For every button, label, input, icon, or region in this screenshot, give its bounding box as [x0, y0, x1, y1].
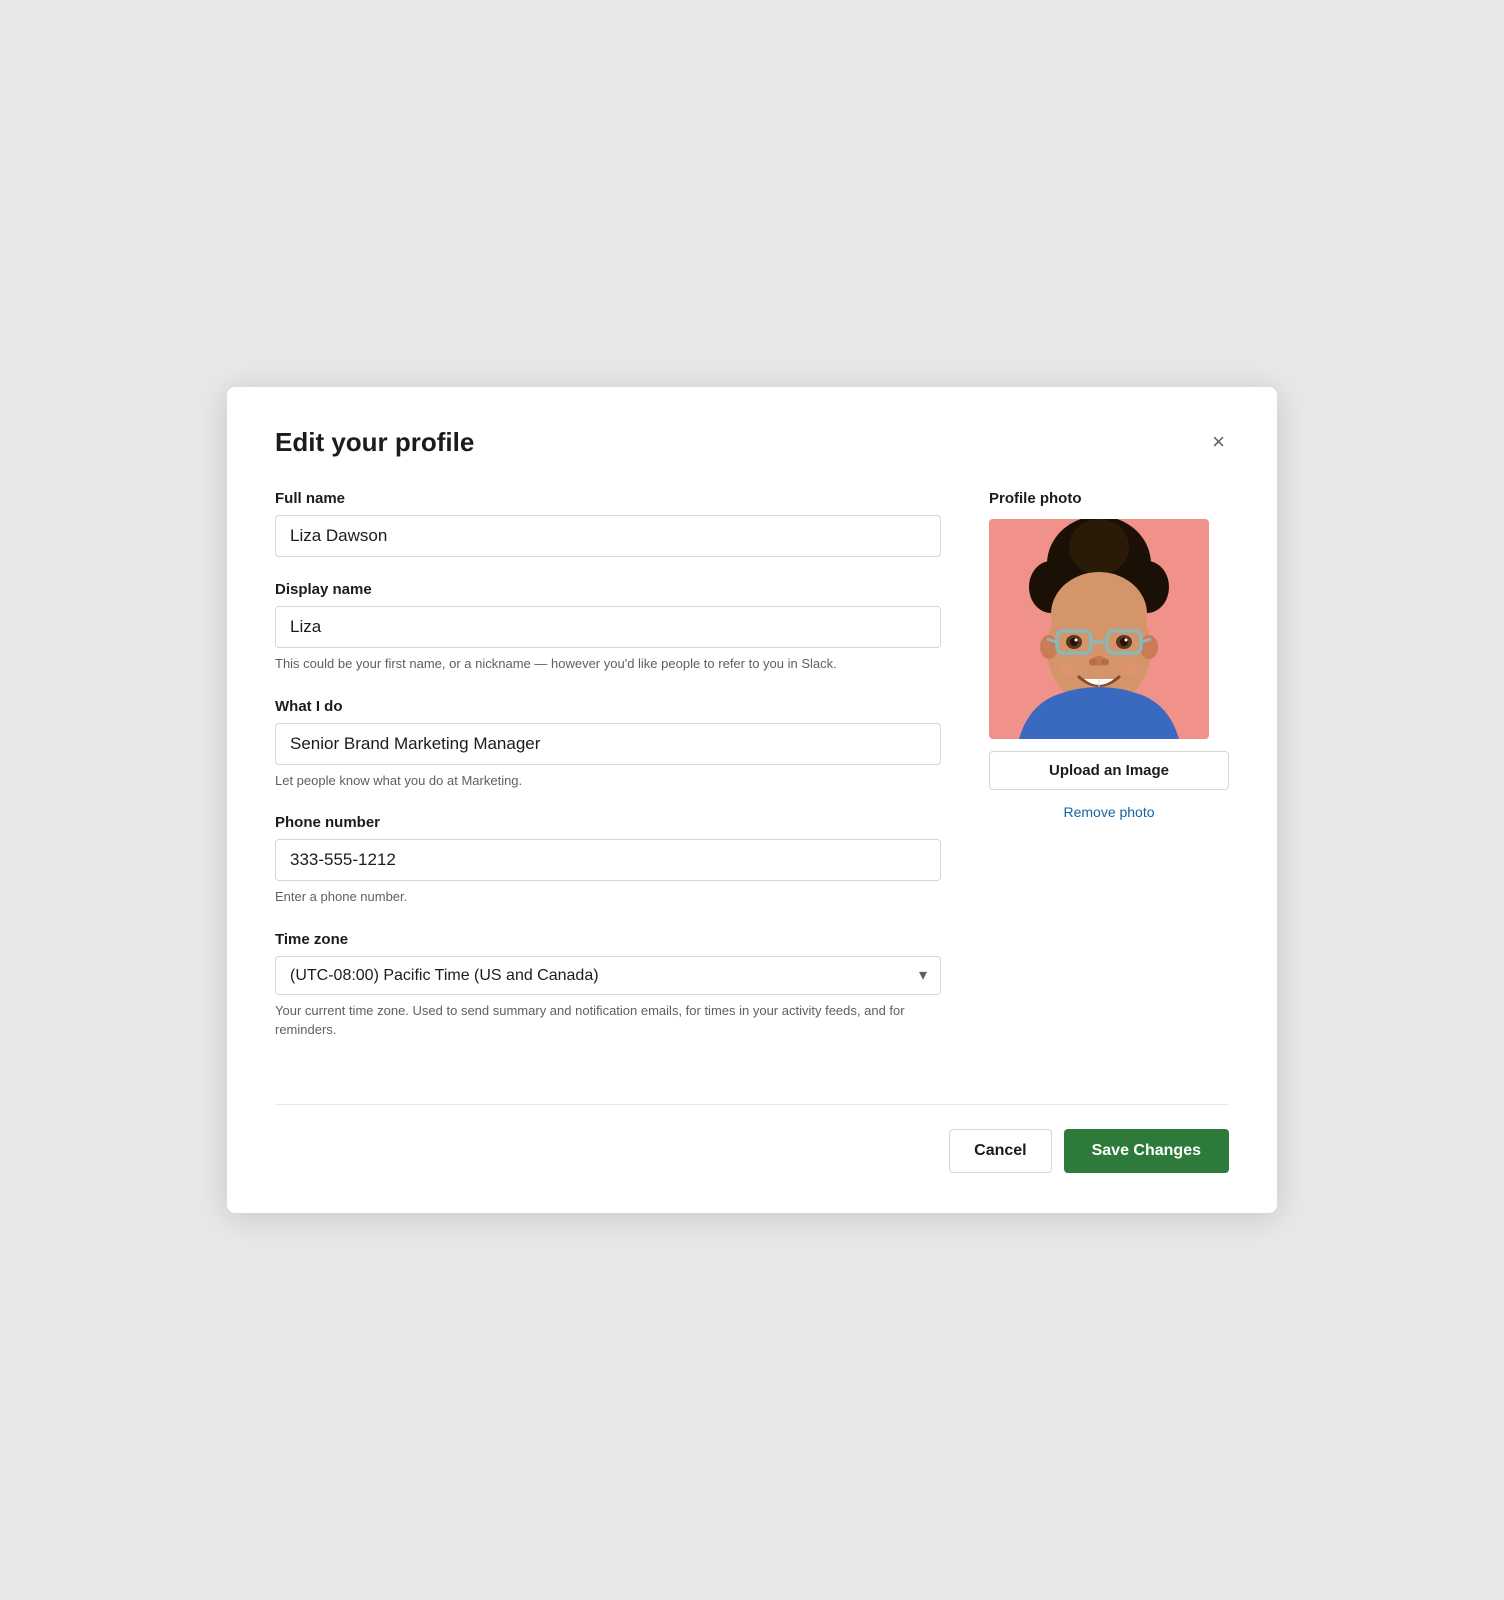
phone-input[interactable]	[275, 839, 941, 881]
modal-body: Full name Display name This could be you…	[275, 490, 1229, 1064]
full-name-group: Full name	[275, 490, 941, 557]
what-i-do-hint: Let people know what you do at Marketing…	[275, 771, 941, 791]
edit-profile-modal: Edit your profile × Full name Display na…	[227, 387, 1277, 1213]
what-i-do-group: What I do Let people know what you do at…	[275, 698, 941, 791]
photo-section: Profile photo	[989, 490, 1229, 1064]
display-name-group: Display name This could be your first na…	[275, 581, 941, 674]
what-i-do-input[interactable]	[275, 723, 941, 765]
modal-overlay: Edit your profile × Full name Display na…	[0, 0, 1504, 1600]
modal-footer: Cancel Save Changes	[275, 1104, 1229, 1173]
profile-photo-container	[989, 519, 1209, 739]
display-name-label: Display name	[275, 581, 941, 598]
save-changes-button[interactable]: Save Changes	[1064, 1129, 1229, 1173]
what-i-do-label: What I do	[275, 698, 941, 715]
display-name-input[interactable]	[275, 606, 941, 648]
full-name-label: Full name	[275, 490, 941, 507]
phone-hint: Enter a phone number.	[275, 887, 941, 907]
timezone-group: Time zone (UTC-08:00) Pacific Time (US a…	[275, 931, 941, 1040]
photo-label: Profile photo	[989, 490, 1229, 507]
timezone-select[interactable]: (UTC-08:00) Pacific Time (US and Canada)	[275, 956, 941, 995]
cancel-button[interactable]: Cancel	[949, 1129, 1051, 1173]
close-button[interactable]: ×	[1208, 427, 1229, 457]
timezone-label: Time zone	[275, 931, 941, 948]
upload-image-button[interactable]: Upload an Image	[989, 751, 1229, 790]
modal-header: Edit your profile ×	[275, 427, 1229, 458]
timezone-select-wrapper: (UTC-08:00) Pacific Time (US and Canada)…	[275, 956, 941, 995]
timezone-hint: Your current time zone. Used to send sum…	[275, 1001, 941, 1040]
phone-label: Phone number	[275, 814, 941, 831]
phone-number-group: Phone number Enter a phone number.	[275, 814, 941, 907]
form-section: Full name Display name This could be you…	[275, 490, 941, 1064]
modal-title: Edit your profile	[275, 427, 474, 458]
full-name-input[interactable]	[275, 515, 941, 557]
remove-photo-button[interactable]: Remove photo	[989, 800, 1229, 824]
display-name-hint: This could be your first name, or a nick…	[275, 654, 941, 674]
profile-photo	[989, 519, 1209, 739]
